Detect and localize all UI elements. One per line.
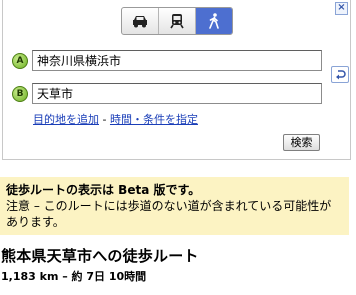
destination-input[interactable] [32, 83, 322, 104]
swap-arrow-icon [335, 70, 346, 80]
time-conditions-link[interactable]: 時間・条件を指定 [110, 113, 198, 126]
beta-notice: 徒歩ルートの表示は Beta 版です。 注意 – このルートには歩道のない道が含… [0, 177, 349, 235]
origin-input[interactable] [32, 50, 322, 71]
add-destination-link[interactable]: 目的地を追加 [33, 113, 99, 126]
swap-route-button[interactable] [331, 66, 349, 83]
mode-car-button[interactable] [122, 8, 159, 34]
mode-walk-button[interactable] [196, 8, 232, 34]
car-icon [133, 16, 147, 28]
route-options-links: 目的地を追加 - 時間・条件を指定 [33, 111, 198, 127]
origin-marker-icon: A [12, 53, 28, 69]
route-title: 熊本県天草市への徒歩ルート [1, 247, 199, 265]
mode-train-button[interactable] [159, 8, 196, 34]
close-button[interactable]: × [335, 2, 348, 15]
notice-body: 注意 – このルートには歩道のない道が含まれている可能性があります。 [6, 199, 332, 229]
walking-person-icon [209, 13, 219, 29]
link-separator: - [99, 113, 110, 126]
directions-panel: × A 神奈川県横浜市 B 天草市 目的地を追加 - 時間・条件を指定 検索 [2, 0, 351, 160]
travel-mode-selector [121, 7, 233, 35]
route-distance-time: 1,183 km – 約 7日 10時間 [1, 270, 147, 283]
destination-marker-icon: B [12, 86, 28, 102]
notice-title: 徒歩ルートの表示は Beta 版です。 [6, 183, 201, 197]
train-icon [170, 14, 184, 29]
search-button[interactable]: 検索 [283, 134, 320, 151]
